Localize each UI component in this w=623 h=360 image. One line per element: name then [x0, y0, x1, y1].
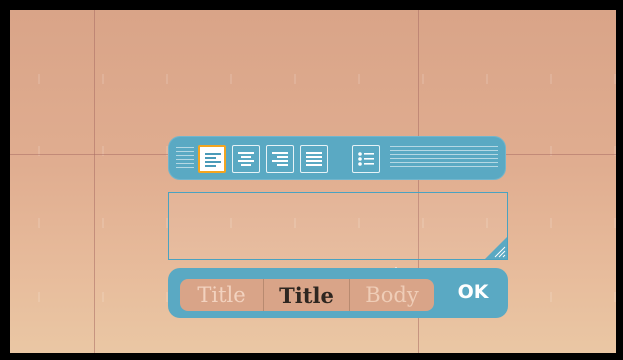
text-style-option[interactable]: Title — [180, 279, 264, 311]
toolbar-grip[interactable] — [390, 146, 498, 170]
align-left-button[interactable] — [198, 145, 226, 173]
align-justify-icon — [306, 152, 322, 166]
text-input-area[interactable] — [168, 192, 508, 260]
align-left-icon — [205, 153, 221, 167]
text-style-option-selected[interactable]: Title — [264, 279, 350, 311]
canvas-background: Title Title Body OK — [10, 10, 616, 353]
bullet-list-button[interactable] — [352, 145, 380, 173]
grid-dashes — [10, 74, 616, 84]
text-style-selector: Title Title Body — [180, 279, 434, 311]
grid-line — [94, 10, 95, 353]
align-justify-button[interactable] — [300, 145, 328, 173]
align-right-button[interactable] — [266, 145, 294, 173]
align-center-icon — [238, 152, 254, 166]
toolbar-grip[interactable] — [176, 147, 194, 169]
text-style-bar: Title Title Body OK — [168, 268, 508, 318]
align-right-icon — [272, 152, 288, 166]
ok-button[interactable]: OK — [452, 276, 494, 308]
text-style-option[interactable]: Body — [350, 279, 434, 311]
resize-handle-icon[interactable] — [485, 237, 507, 259]
alignment-toolbar — [168, 136, 506, 180]
bullet-list-icon — [357, 151, 374, 166]
align-center-button[interactable] — [232, 145, 260, 173]
